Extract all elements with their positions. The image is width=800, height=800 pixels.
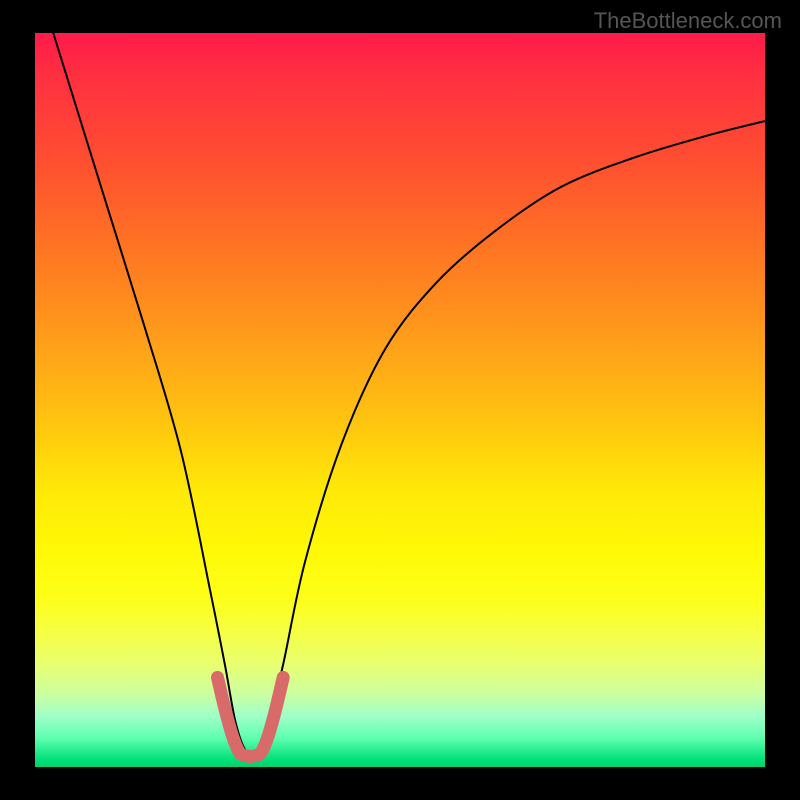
chart-root: TheBottleneck.com (0, 0, 800, 800)
marker-u (218, 677, 284, 756)
watermark-text: TheBottleneck.com (594, 8, 782, 34)
bottleneck-curve (35, 33, 765, 756)
gradient-plot-area (35, 33, 765, 767)
curve-overlay (35, 33, 765, 767)
